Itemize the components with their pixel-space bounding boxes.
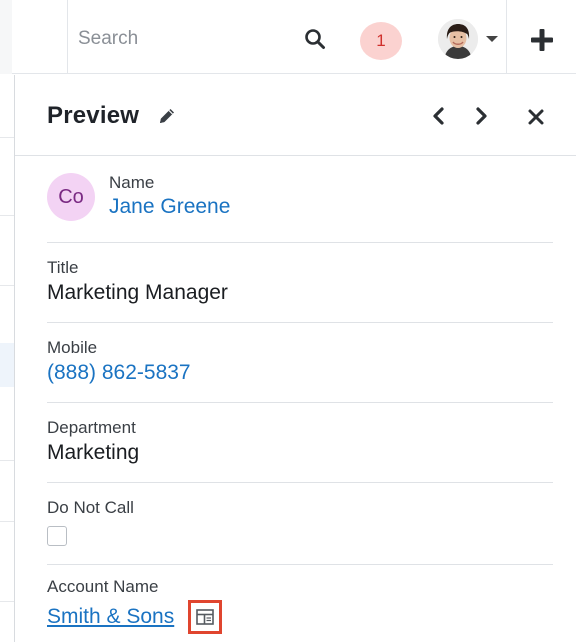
row-divider bbox=[0, 137, 14, 138]
do-not-call-field: Do Not Call bbox=[47, 483, 553, 565]
title-field: Title Marketing Manager bbox=[47, 243, 553, 323]
row-divider bbox=[0, 521, 14, 522]
background-list-edge bbox=[0, 75, 14, 642]
user-menu-button[interactable] bbox=[438, 18, 500, 60]
search-input[interactable] bbox=[76, 22, 286, 56]
chevron-right-icon bbox=[476, 107, 487, 125]
chevron-down-icon bbox=[486, 36, 498, 42]
nav-left-strip bbox=[0, 0, 12, 74]
do-not-call-label: Do Not Call bbox=[47, 498, 134, 517]
row-divider bbox=[0, 460, 14, 461]
previous-record-button[interactable] bbox=[429, 105, 449, 127]
account-name-field: Account Name Smith & Sons bbox=[47, 565, 553, 642]
row-highlight bbox=[0, 343, 14, 387]
nav-divider bbox=[67, 0, 68, 74]
account-name-link[interactable]: Smith & Sons bbox=[47, 605, 174, 629]
close-icon bbox=[528, 109, 544, 125]
close-preview-button[interactable] bbox=[527, 108, 545, 126]
nav-divider bbox=[506, 0, 507, 74]
name-field: Co Name Jane Greene bbox=[47, 157, 553, 243]
next-record-button[interactable] bbox=[471, 105, 491, 127]
search-button[interactable] bbox=[302, 26, 328, 52]
notification-badge[interactable]: 1 bbox=[360, 22, 402, 60]
plus-icon bbox=[531, 29, 553, 51]
do-not-call-checkbox[interactable] bbox=[47, 526, 67, 546]
preview-header: Preview bbox=[15, 75, 576, 156]
mobile-phone-link[interactable]: (888) 862-5837 bbox=[47, 361, 553, 385]
edit-button[interactable] bbox=[157, 106, 177, 126]
department-label: Department bbox=[47, 418, 136, 437]
pencil-icon bbox=[160, 109, 174, 123]
department-value: Marketing bbox=[47, 441, 140, 464]
account-preview-button[interactable] bbox=[188, 600, 223, 634]
row-divider bbox=[0, 285, 14, 286]
contact-avatar: Co bbox=[47, 173, 95, 221]
row-divider bbox=[0, 215, 14, 216]
mobile-label: Mobile bbox=[47, 338, 98, 357]
user-avatar bbox=[438, 19, 478, 59]
preview-panel: Preview Co Name Jane Greene Title Market… bbox=[14, 75, 576, 642]
preview-layout-icon bbox=[196, 609, 215, 625]
top-nav-bar: 1 bbox=[0, 0, 576, 74]
title-label: Title bbox=[47, 258, 79, 277]
preview-title: Preview bbox=[47, 102, 140, 129]
name-link[interactable]: Jane Greene bbox=[109, 195, 230, 219]
mobile-field: Mobile (888) 862-5837 bbox=[47, 323, 553, 403]
chevron-left-icon bbox=[433, 107, 444, 125]
create-button[interactable] bbox=[528, 26, 556, 54]
department-field: Department Marketing bbox=[47, 403, 553, 483]
title-value: Marketing Manager bbox=[47, 281, 228, 304]
row-divider bbox=[0, 601, 14, 602]
name-label: Name bbox=[109, 173, 155, 192]
account-name-label: Account Name bbox=[47, 577, 159, 596]
search-icon bbox=[305, 29, 325, 49]
